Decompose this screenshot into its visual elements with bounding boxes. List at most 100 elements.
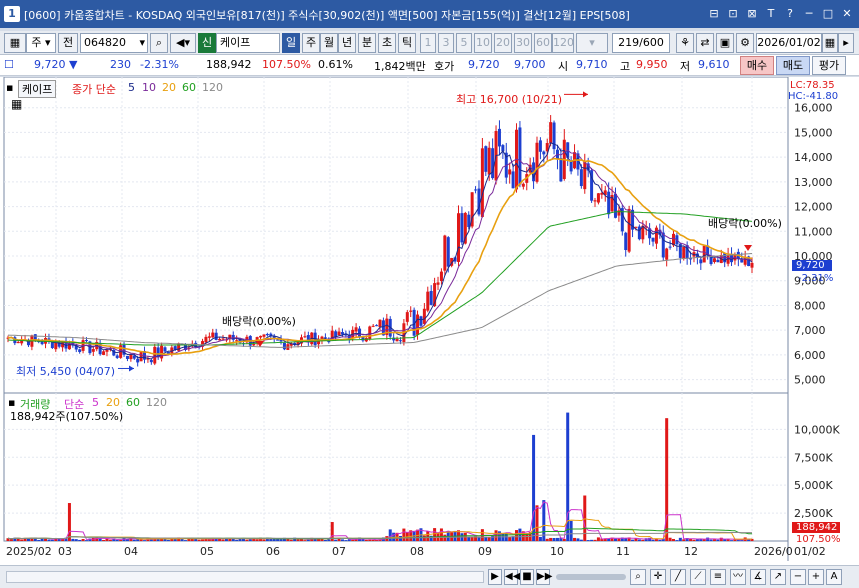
scroll-right-icon[interactable]: ▶ (488, 569, 502, 585)
calendar-icon[interactable]: ▦ (822, 33, 838, 53)
settings-bars-icon[interactable]: ⚘ (676, 33, 694, 53)
period-week-tab[interactable]: 주 (302, 33, 320, 53)
candle-body (668, 246, 672, 248)
period-tick-tab[interactable]: 틱 (398, 33, 416, 53)
x-tick-label: 07 (332, 545, 346, 558)
legend-ma5: 5 (128, 81, 135, 94)
sell-button[interactable]: 매도 (776, 56, 810, 75)
rewind-icon[interactable]: ◀◀ (504, 569, 520, 585)
chart-area[interactable]: 16,000 15,000 14,000 13,000 12,000 11,000 10,0… (0, 77, 859, 565)
x-tick-label: 09 (478, 545, 492, 558)
tile-icon[interactable]: ⊡ (725, 6, 741, 22)
candle-body (340, 332, 344, 335)
gear-icon[interactable]: ⚙ (736, 33, 754, 53)
stock-name-field[interactable]: 케이프 (216, 33, 280, 53)
candle-body (480, 148, 484, 217)
zoom-icon[interactable]: ⌕ (630, 569, 646, 585)
volume-bar (552, 538, 556, 541)
interval-20[interactable]: 20 (494, 33, 512, 53)
sin-badge[interactable]: 신 (198, 33, 216, 53)
interval-3[interactable]: 3 (438, 33, 454, 53)
candle-body (439, 271, 443, 282)
market-select[interactable]: 주 ▾ (26, 33, 56, 53)
angle-tool-icon[interactable]: ∡ (750, 569, 766, 585)
help-icon[interactable]: ? (782, 6, 798, 22)
volume-tick-label: 10,000K (794, 423, 840, 436)
candle-body (303, 336, 307, 338)
window-title: [0600] 카움종합차트 - KOSDAQ 외국인보유[817(천)] 주식수… (24, 9, 630, 22)
candle-body (84, 340, 88, 342)
toolbar-more-icon[interactable]: ▸ (838, 33, 854, 53)
open-label: 시 (558, 60, 569, 73)
eval-button[interactable]: 평가 (812, 56, 846, 75)
save-icon[interactable]: ▣ (716, 33, 734, 53)
speed-slider[interactable] (556, 574, 626, 580)
candle-body (491, 148, 495, 179)
interval-1[interactable]: 1 (420, 33, 436, 53)
line-tool-icon[interactable]: ╱ (670, 569, 686, 585)
wave-tool-icon[interactable]: 〰 (730, 569, 746, 585)
arrow-tool-icon[interactable]: ↗ (770, 569, 786, 585)
trend-tool-icon[interactable]: ⟋ (690, 569, 706, 585)
price-change: 230 (110, 58, 131, 71)
compare-icon[interactable]: ⇄ (696, 33, 714, 53)
checkbox-icon[interactable]: ☐ (4, 58, 14, 71)
price-tick-label: 8,000 (794, 299, 826, 312)
data-count-field[interactable]: 219/600 (612, 33, 670, 53)
volume-bar (433, 528, 437, 541)
speaker-icon[interactable]: ◀▾ (170, 33, 196, 53)
candle-body (607, 191, 611, 215)
volume-bar (139, 539, 143, 541)
period-day-tab[interactable]: 일 (282, 33, 300, 53)
volume-bar (538, 536, 542, 541)
stock-code-input[interactable]: 064820 ▾ (80, 33, 148, 53)
candle-body (115, 355, 119, 358)
volume-bar (654, 539, 658, 541)
candle-body (436, 282, 440, 285)
volume-bar (583, 495, 587, 541)
toolbar-grid-icon[interactable]: ▦ (4, 33, 26, 53)
maximize-button[interactable]: □ (820, 6, 836, 22)
date-field[interactable]: 2026/01/02 (756, 33, 822, 53)
period-month-tab[interactable]: 월 (320, 33, 338, 53)
candle-body (125, 355, 129, 359)
buy-button[interactable]: 매수 (740, 56, 774, 75)
volume-bar (672, 538, 676, 541)
period-year-tab[interactable]: 년 (338, 33, 356, 53)
chevron-down-icon[interactable]: ▾ (139, 34, 145, 52)
search-icon[interactable]: ⌕ (150, 33, 168, 53)
interval-10[interactable]: 10 (474, 33, 492, 53)
ask-label: 호가 (434, 60, 455, 73)
forward-icon[interactable]: ▶▶ (536, 569, 552, 585)
dividend-annotation-1: 배당락(0.00%) (222, 315, 296, 328)
table-icon[interactable]: ▦ (11, 97, 22, 111)
interval-30[interactable]: 30 (514, 33, 532, 53)
price-legend-name[interactable]: 케이프 (18, 80, 57, 98)
interval-custom-select[interactable]: ▾ (576, 33, 608, 53)
close-button[interactable]: ✕ (839, 6, 855, 22)
interval-60[interactable]: 60 (534, 33, 552, 53)
volume-bar (207, 539, 211, 541)
period-minute-tab[interactable]: 분 (358, 33, 376, 53)
period-second-tab[interactable]: 초 (378, 33, 396, 53)
horizontal-scrollbar[interactable] (6, 571, 484, 583)
plus-icon[interactable]: + (808, 569, 824, 585)
volume-value: 188,942 (206, 58, 252, 71)
minimize-button[interactable]: ─ (801, 6, 817, 22)
link-icon[interactable]: ⊟ (706, 6, 722, 22)
minus-icon[interactable]: − (790, 569, 806, 585)
candle-body (395, 339, 399, 342)
crosshair-icon[interactable]: ✛ (650, 569, 666, 585)
stop-icon[interactable]: ■ (520, 569, 534, 585)
volume-bar (641, 539, 645, 541)
font-size-icon[interactable]: A (826, 569, 842, 585)
all-button[interactable]: 전 (58, 33, 78, 53)
candle-body (405, 312, 409, 322)
volume-bar (426, 531, 430, 541)
fib-tool-icon[interactable]: ≡ (710, 569, 726, 585)
interval-120[interactable]: 120 (552, 33, 574, 53)
trade-amount: 1,842백만 (374, 60, 426, 73)
font-icon[interactable]: T (763, 6, 779, 22)
save-screen-icon[interactable]: ⊠ (744, 6, 760, 22)
interval-5[interactable]: 5 (456, 33, 472, 53)
